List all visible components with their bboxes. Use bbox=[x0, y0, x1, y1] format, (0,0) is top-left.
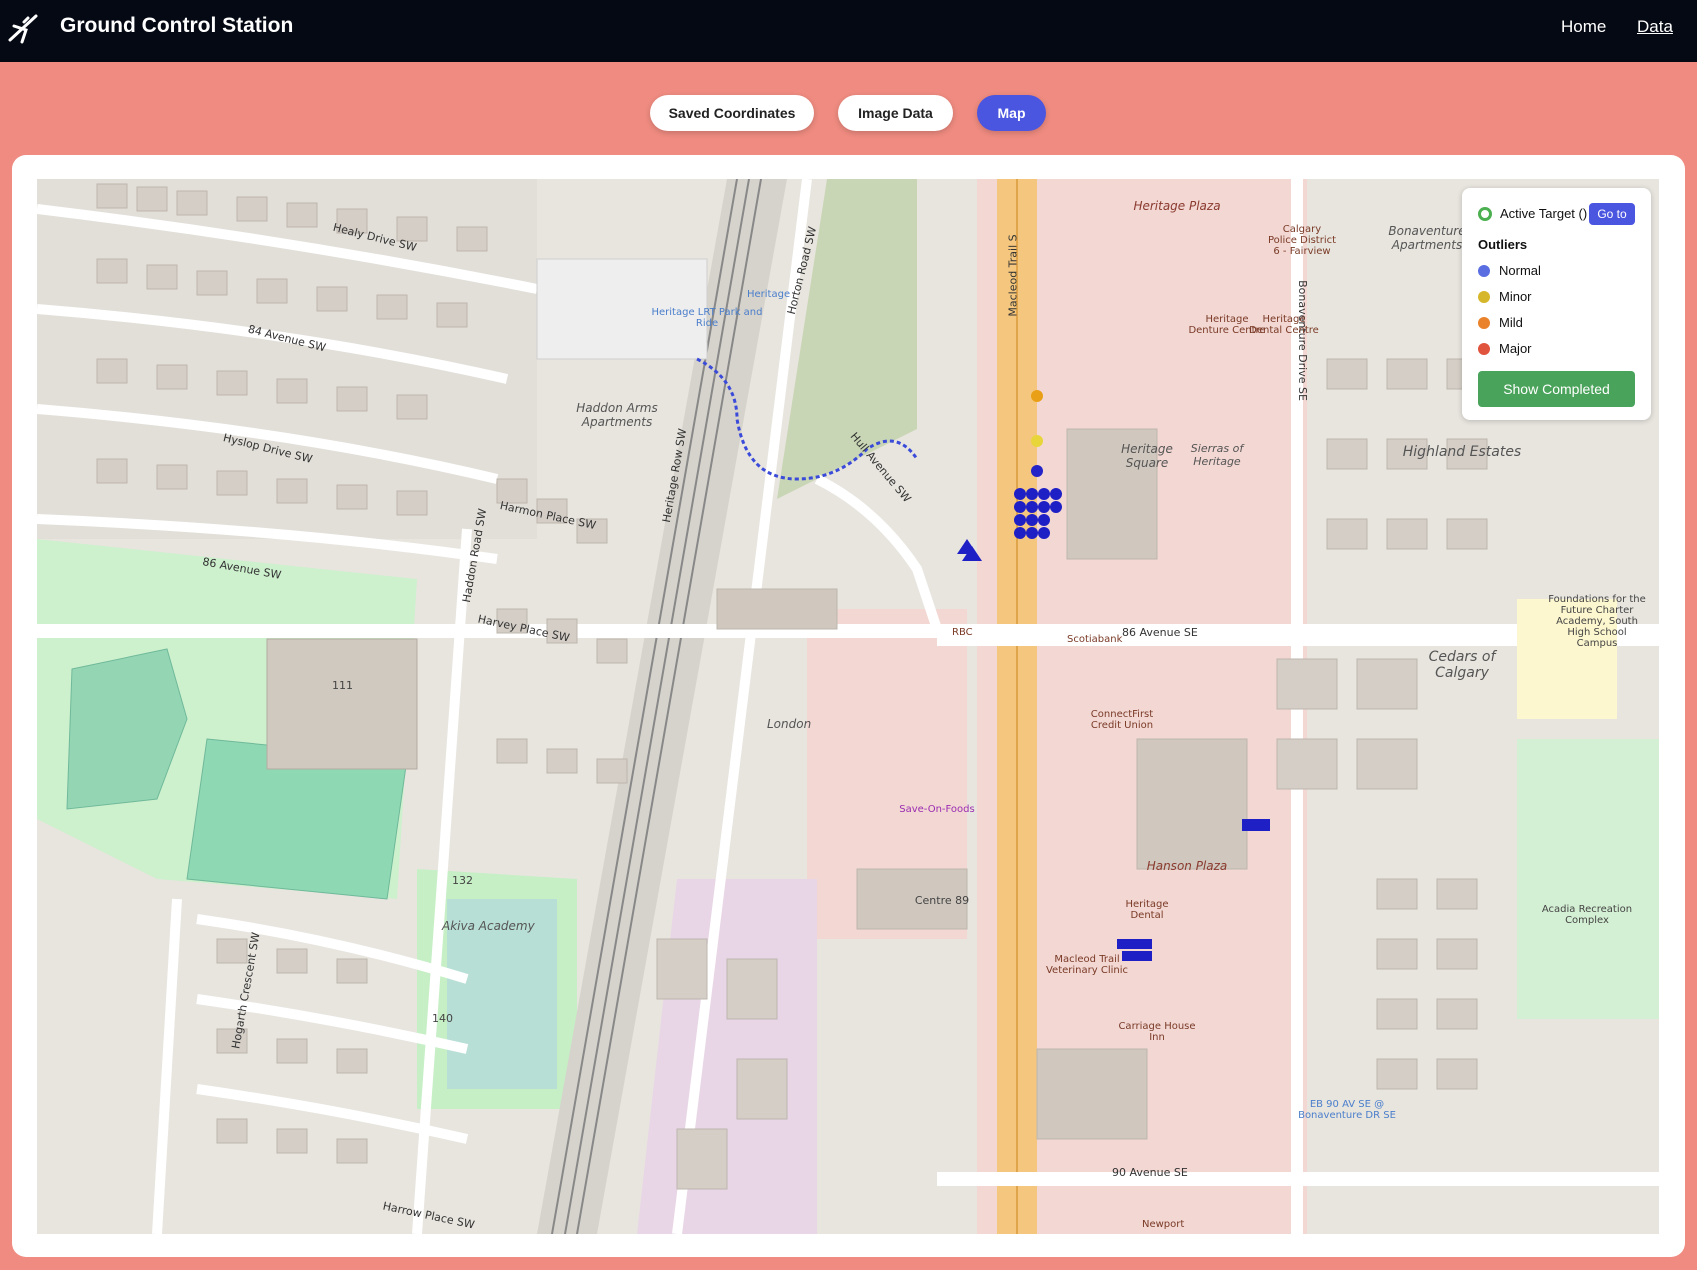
normal-dot-icon bbox=[1478, 264, 1490, 277]
map-label-street: 86 Avenue SE bbox=[1122, 626, 1198, 639]
map-label-place: RBC bbox=[952, 627, 973, 638]
map-label-place: Centre 89 bbox=[914, 894, 970, 907]
map-label-place: Heritage Plaza bbox=[1133, 199, 1221, 213]
minor-dot-icon bbox=[1478, 290, 1490, 303]
map-legend-panel: Active Target () Go to Outliers Normal M… bbox=[1462, 188, 1651, 420]
legend-item-minor: Minor bbox=[1478, 289, 1532, 304]
outliers-title: Outliers bbox=[1478, 237, 1528, 252]
map-label-place: Hanson Plaza bbox=[1146, 859, 1228, 873]
map-label-place: Save-On-Foods bbox=[899, 804, 975, 815]
app-title: Ground Control Station bbox=[60, 14, 294, 37]
map-label-place: Heritage Dental Centre bbox=[1249, 314, 1319, 336]
goto-button[interactable]: Go to bbox=[1589, 203, 1635, 225]
legend-item-normal: Normal bbox=[1478, 263, 1541, 278]
map-label-street: 90 Avenue SE bbox=[1112, 1166, 1188, 1179]
plane-logo-icon bbox=[8, 14, 38, 44]
map-label-place: Calgary Police District 6 - Fairview bbox=[1267, 224, 1337, 257]
legend-label-mild: Mild bbox=[1499, 315, 1523, 330]
map-label-place: Carriage House Inn bbox=[1118, 1021, 1196, 1043]
map-label-place: EB 90 AV SE @ Bonaventure DR SE bbox=[1298, 1099, 1396, 1121]
map-label-place: 111 bbox=[332, 679, 353, 692]
tab-saved-coordinates[interactable]: Saved Coordinates bbox=[650, 95, 814, 131]
map-label-place: 132 bbox=[452, 874, 473, 887]
map-label-place: Heritage LRT Park and Ride bbox=[651, 307, 763, 329]
map-view[interactable]: Healy Drive SW 84 Avenue SW Hyslop Drive… bbox=[37, 179, 1659, 1234]
nav-data-link[interactable]: Data bbox=[1637, 17, 1673, 37]
map-label-place: Akiva Academy bbox=[442, 919, 535, 933]
tab-image-data[interactable]: Image Data bbox=[838, 95, 953, 131]
top-navbar: Ground Control Station Home Data bbox=[0, 0, 1697, 62]
map-label-place: Foundations for the Future Charter Acade… bbox=[1548, 594, 1646, 649]
map-label-place: Haddon Arms Apartments bbox=[576, 401, 658, 429]
map-label-place: London bbox=[767, 717, 812, 731]
map-label-place: Newport bbox=[1142, 1219, 1185, 1230]
tab-map[interactable]: Map bbox=[977, 95, 1046, 131]
legend-item-mild: Mild bbox=[1478, 315, 1523, 330]
major-dot-icon bbox=[1478, 342, 1490, 355]
map-label-street: Macleod Trail S bbox=[1006, 234, 1020, 317]
legend-item-major: Major bbox=[1478, 341, 1532, 356]
legend-label-major: Major bbox=[1499, 341, 1532, 356]
map-label-place: Highland Estates bbox=[1402, 444, 1522, 460]
nav-home-link[interactable]: Home bbox=[1561, 17, 1606, 37]
legend-label-minor: Minor bbox=[1499, 289, 1532, 304]
map-label-place: Cedars of Calgary bbox=[1428, 649, 1496, 681]
mild-dot-icon bbox=[1478, 316, 1490, 329]
show-completed-button[interactable]: Show Completed bbox=[1478, 371, 1635, 407]
map-label-place: Acadia Recreation Complex bbox=[1541, 904, 1633, 926]
active-target-label: Active Target () bbox=[1500, 206, 1588, 221]
map-label-place: Heritage bbox=[747, 289, 791, 300]
map-label-street: Bonaventure Drive SE bbox=[1295, 280, 1309, 401]
map-label-place: ConnectFirst Credit Union bbox=[1090, 709, 1154, 731]
map-label-place: Heritage Dental bbox=[1125, 899, 1169, 921]
active-target-row: Active Target () bbox=[1478, 206, 1587, 221]
view-tabs: Saved Coordinates Image Data Map bbox=[0, 95, 1697, 131]
active-target-icon bbox=[1478, 206, 1492, 221]
map-label-place: 140 bbox=[432, 1012, 453, 1025]
map-label-place: Scotiabank bbox=[1067, 634, 1123, 645]
map-label-place: Sierras of Heritage bbox=[1190, 442, 1244, 468]
legend-label-normal: Normal bbox=[1499, 263, 1541, 278]
map-label-place: Macleod Trail Veterinary Clinic bbox=[1045, 954, 1128, 976]
